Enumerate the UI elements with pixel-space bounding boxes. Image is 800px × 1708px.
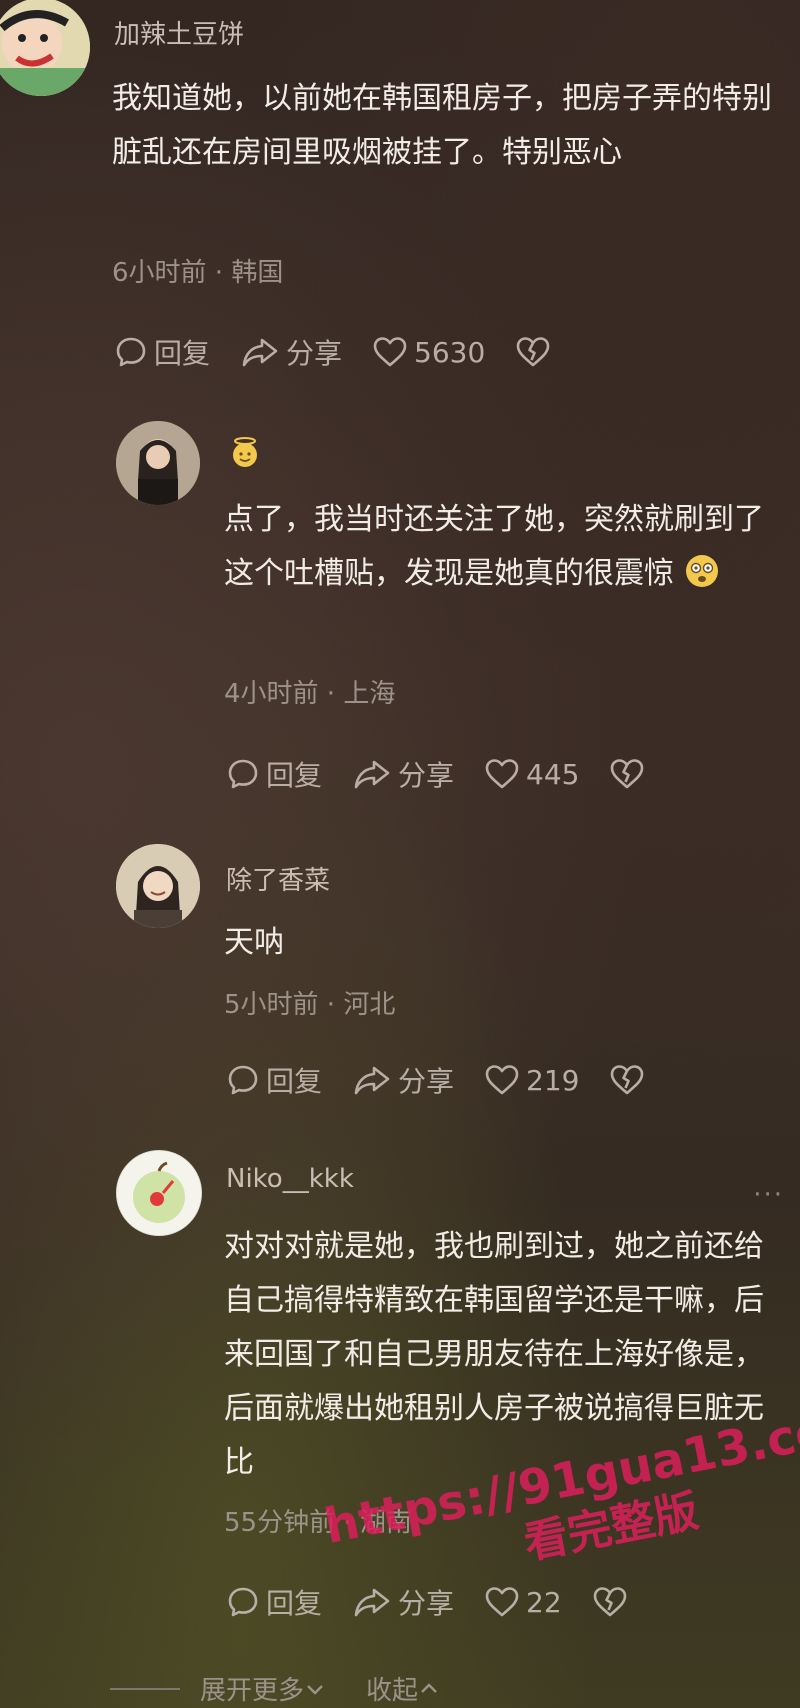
share-arrow-icon [354,1066,390,1095]
share-arrow-icon [354,1588,390,1617]
broken-heart-icon [611,759,644,789]
comment-text: 我知道她，以前她在韩国租房子，把房子弄的特别脏乱还在房间里吸烟被挂了。特别恶心 [112,81,772,170]
collapse-label: 收起 [366,1676,419,1706]
dislike-button[interactable] [592,1585,634,1619]
reply-bubble-icon [228,1587,258,1617]
like-button[interactable]: 219 [484,1063,579,1097]
comment-4: Niko__kkk ··· 对对对就是她，我也刷到过，她之前还给自己搞得特精致在… [0,1150,800,1630]
like-count: 445 [526,757,580,791]
reply-label: 回复 [266,759,323,792]
avatar[interactable] [0,0,90,96]
shocked-emoji-icon [685,555,718,587]
comment-2: 点了，我当时还关注了她，突然就刷到了这个吐槽贴，发现是她真的很震惊 4小时前 ·… [0,415,800,795]
dislike-button[interactable] [515,335,557,369]
broken-heart-icon [593,1587,626,1617]
reply-label: 回复 [154,337,211,370]
username[interactable]: 加辣土豆饼 [114,14,244,51]
broken-heart-icon [611,1065,644,1095]
reply-bubble-icon [116,337,146,367]
green-apple-avatar-icon [117,1151,201,1235]
chevron-down-icon [307,1684,323,1695]
reply-button[interactable]: 回复 [114,332,210,372]
share-arrow-icon [242,338,278,367]
comment-meta: 6小时前 · 韩国 [112,258,284,288]
reply-button[interactable]: 回复 [226,1060,322,1100]
avatar[interactable] [116,421,200,505]
share-button[interactable]: 分享 [240,332,342,372]
collapse-button[interactable]: 收起 [366,1670,440,1707]
comment-1: 加辣土豆饼 我知道她，以前她在韩国租房子，把房子弄的特别脏乱还在房间里吸烟被挂了… [0,0,800,380]
username[interactable]: 除了香菜 [226,860,330,897]
heart-icon [373,337,407,367]
dislike-button[interactable] [609,1063,651,1097]
comment-meta: 4小时前 · 上海 [224,679,396,709]
comment-text: 天呐 [224,925,284,960]
heart-icon [485,1065,519,1095]
share-label: 分享 [398,1065,455,1098]
user-photo-icon [116,421,200,505]
like-count: 219 [526,1063,580,1097]
like-count: 22 [526,1585,562,1619]
share-label: 分享 [398,759,455,792]
dislike-button[interactable] [609,757,651,791]
cartoon-avatar-icon [0,0,90,96]
divider [110,1687,180,1690]
comment-meta: 5小时前 · 河北 [224,990,396,1020]
like-button[interactable]: 22 [484,1585,562,1619]
share-button[interactable]: 分享 [352,1060,454,1100]
like-button[interactable]: 5630 [372,335,485,369]
share-button[interactable]: 分享 [352,1582,454,1622]
share-arrow-icon [354,760,390,789]
comment-3: 除了香菜 天呐 5小时前 · 河北 回复 分享 219 [0,838,800,1108]
angel-emoji-icon [233,437,257,467]
comment-actions: 回复 分享 445 [226,754,681,794]
heart-icon [485,759,519,789]
comment-actions: 回复 分享 22 [226,1582,664,1622]
reply-label: 回复 [266,1065,323,1098]
like-count: 5630 [414,335,486,369]
user-photo-icon [116,844,200,928]
reply-button[interactable]: 回复 [226,754,322,794]
chevron-up-icon [421,1682,437,1693]
share-button[interactable]: 分享 [352,754,454,794]
comment-actions: 回复 分享 5630 [114,332,587,372]
username[interactable]: Niko__kkk [226,1164,354,1194]
replies-footer: 展开更多 收起 [110,1670,440,1707]
more-options-icon[interactable]: ··· [753,1180,784,1210]
expand-more-button[interactable]: 展开更多 [200,1670,326,1707]
reply-label: 回复 [266,1587,323,1620]
broken-heart-icon [516,337,550,367]
comment-meta: 55分钟前 · 湖南 [224,1508,412,1538]
reply-button[interactable]: 回复 [226,1582,322,1622]
username[interactable] [228,435,262,476]
share-label: 分享 [398,1587,455,1620]
comment-text: 对对对就是她，我也刷到过，她之前还给自己搞得特精致在韩国留学还是干嘛，后来回国了… [224,1229,764,1480]
comment-actions: 回复 分享 219 [226,1060,681,1100]
share-label: 分享 [286,337,343,370]
reply-bubble-icon [228,1065,258,1095]
comment-text: 点了，我当时还关注了她，突然就刷到了这个吐槽贴，发现是她真的很震惊 [224,493,784,601]
avatar[interactable] [116,1150,202,1236]
reply-bubble-icon [228,759,258,789]
heart-icon [485,1587,519,1617]
expand-more-label: 展开更多 [200,1676,305,1706]
avatar[interactable] [116,844,200,928]
like-button[interactable]: 445 [484,757,579,791]
